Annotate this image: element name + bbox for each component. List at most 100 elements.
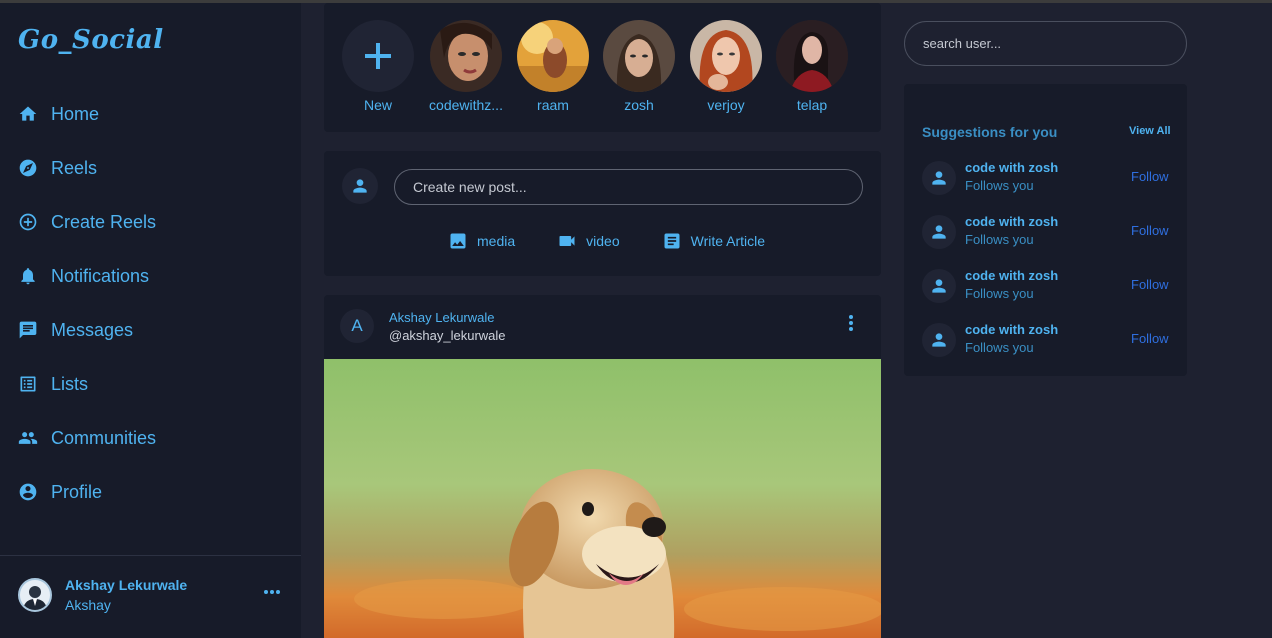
post-actions: media video Write Article bbox=[448, 231, 807, 251]
avatar[interactable]: A bbox=[340, 309, 374, 343]
person-icon bbox=[932, 225, 946, 239]
view-all-link[interactable]: View All bbox=[1129, 125, 1171, 137]
follow-button[interactable]: Follow bbox=[1131, 223, 1169, 238]
suggestion-subtitle: Follows you bbox=[965, 232, 1034, 247]
avatar bbox=[342, 168, 378, 204]
suggestion-item: code with zosh Follows you Follow bbox=[922, 160, 1174, 196]
story-avatar bbox=[517, 20, 589, 92]
new-story-circle bbox=[342, 20, 414, 92]
follow-button[interactable]: Follow bbox=[1131, 277, 1169, 292]
sidebar: Go_Social Home Reels Create Reels Notifi… bbox=[0, 3, 301, 638]
person-icon bbox=[932, 171, 946, 185]
create-post-input[interactable] bbox=[394, 169, 863, 205]
story-photo bbox=[690, 20, 762, 92]
sidebar-item-label: Messages bbox=[51, 319, 134, 340]
sidebar-item-messages[interactable]: Messages bbox=[18, 303, 156, 357]
account-circle-icon bbox=[19, 483, 37, 501]
suggestion-name[interactable]: code with zosh bbox=[965, 322, 1058, 337]
write-article-button[interactable]: Write Article bbox=[662, 231, 765, 251]
story-item[interactable]: zosh bbox=[599, 20, 679, 113]
follow-button[interactable]: Follow bbox=[1131, 331, 1169, 346]
compass-icon bbox=[19, 159, 37, 177]
more-vertical-icon[interactable] bbox=[848, 315, 854, 331]
current-user[interactable]: Akshay Lekurwale Akshay bbox=[18, 577, 187, 613]
person-icon bbox=[932, 279, 946, 293]
suggestion-subtitle: Follows you bbox=[965, 340, 1034, 355]
search-user-input[interactable] bbox=[904, 21, 1187, 66]
story-label: verjoy bbox=[707, 97, 745, 113]
sidebar-item-label: Lists bbox=[51, 373, 89, 394]
sidebar-item-label: Communities bbox=[51, 427, 157, 448]
post-author-name[interactable]: Akshay Lekurwale bbox=[389, 310, 495, 325]
story-photo bbox=[430, 20, 502, 92]
image-icon bbox=[450, 233, 466, 249]
sidebar-item-profile[interactable]: Profile bbox=[18, 465, 156, 519]
sidebar-item-label: Notifications bbox=[51, 265, 150, 286]
story-item[interactable]: codewithz... bbox=[426, 20, 506, 113]
sidebar-item-notifications[interactable]: Notifications bbox=[18, 249, 156, 303]
sidebar-item-create-reels[interactable]: Create Reels bbox=[18, 195, 156, 249]
story-photo bbox=[603, 20, 675, 92]
story-item[interactable]: verjoy bbox=[686, 20, 766, 113]
post-author-handle: @akshay_lekurwale bbox=[389, 328, 506, 343]
story-label: telap bbox=[796, 97, 828, 113]
sidebar-item-label: Reels bbox=[51, 157, 98, 178]
avatar[interactable] bbox=[922, 161, 956, 195]
suggestion-name[interactable]: code with zosh bbox=[965, 268, 1058, 283]
sidebar-item-lists[interactable]: Lists bbox=[18, 357, 156, 411]
article-icon bbox=[664, 233, 680, 249]
story-new[interactable]: New bbox=[338, 20, 418, 113]
story-item[interactable]: telap bbox=[772, 20, 852, 113]
follow-button[interactable]: Follow bbox=[1131, 169, 1169, 184]
story-photo bbox=[776, 20, 848, 92]
person-icon bbox=[353, 179, 367, 193]
avatar[interactable] bbox=[922, 215, 956, 249]
app-logo[interactable]: Go_Social bbox=[18, 25, 164, 55]
suggestion-name[interactable]: code with zosh bbox=[965, 160, 1058, 175]
media-button[interactable]: media bbox=[448, 231, 515, 251]
suggestions-card: Suggestions for you View All code with z… bbox=[904, 84, 1187, 376]
avatar[interactable] bbox=[922, 269, 956, 303]
videocam-icon bbox=[559, 236, 575, 246]
suggestions-title: Suggestions for you bbox=[922, 124, 1058, 140]
sidebar-item-label: Profile bbox=[51, 481, 103, 502]
story-avatar bbox=[690, 20, 762, 92]
more-horizontal-icon[interactable] bbox=[264, 589, 280, 595]
current-user-handle: Akshay bbox=[65, 597, 111, 613]
plus-icon bbox=[365, 43, 391, 69]
current-user-name: Akshay Lekurwale bbox=[65, 577, 188, 593]
person-icon bbox=[932, 333, 946, 347]
suggestion-item: code with zosh Follows you Follow bbox=[922, 322, 1174, 358]
avatar[interactable] bbox=[922, 323, 956, 357]
suggestion-item: code with zosh Follows you Follow bbox=[922, 214, 1174, 250]
sidebar-item-home[interactable]: Home bbox=[18, 87, 156, 141]
sidebar-divider bbox=[0, 555, 301, 556]
write-article-label: Write Article bbox=[690, 233, 766, 249]
sidebar-item-reels[interactable]: Reels bbox=[18, 141, 156, 195]
story-avatar bbox=[430, 20, 502, 92]
add-circle-icon bbox=[19, 213, 37, 231]
story-label: New bbox=[363, 97, 392, 113]
avatar bbox=[18, 578, 52, 612]
suggestion-name[interactable]: code with zosh bbox=[965, 214, 1058, 229]
story-label: codewithz... bbox=[429, 97, 503, 113]
suggestion-item: code with zosh Follows you Follow bbox=[922, 268, 1174, 304]
post-card: A Akshay Lekurwale @akshay_lekurwale bbox=[324, 295, 881, 638]
user-avatar-image bbox=[23, 586, 47, 610]
video-button[interactable]: video bbox=[557, 231, 620, 251]
story-photo bbox=[517, 20, 589, 92]
people-icon bbox=[18, 432, 38, 444]
suggestion-subtitle: Follows you bbox=[965, 178, 1034, 193]
home-icon bbox=[19, 106, 37, 121]
sidebar-item-communities[interactable]: Communities bbox=[18, 411, 156, 465]
story-avatar bbox=[776, 20, 848, 92]
video-label: video bbox=[586, 233, 620, 249]
suggestion-subtitle: Follows you bbox=[965, 286, 1034, 301]
bell-icon bbox=[21, 268, 35, 285]
message-icon bbox=[19, 321, 37, 339]
story-item[interactable]: raam bbox=[513, 20, 593, 113]
sidebar-nav: Home Reels Create Reels Notifications Me… bbox=[18, 87, 156, 519]
sidebar-item-label: Create Reels bbox=[51, 211, 157, 232]
story-label: raam bbox=[537, 97, 569, 113]
create-post-card: media video Write Article bbox=[324, 151, 881, 276]
